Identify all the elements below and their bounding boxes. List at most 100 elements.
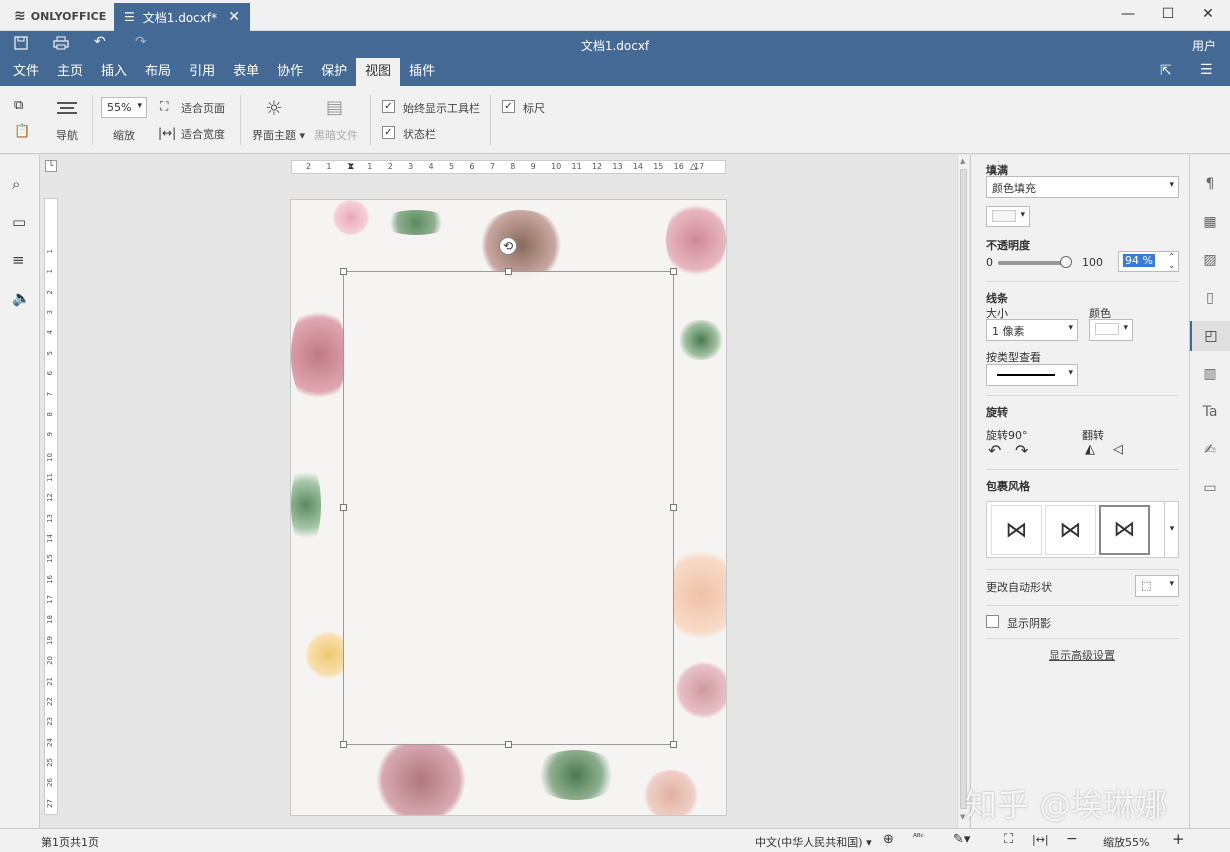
shape-settings-icon[interactable]: ◰ [1190,321,1230,351]
resize-handle[interactable] [340,504,347,511]
opacity-spinner[interactable]: 94 % ⌃ ⌄ [1118,251,1179,272]
language-select[interactable]: 中文(中华人民共和国) ▾ [755,834,872,850]
user-name[interactable]: 用户 [1192,37,1216,54]
fill-type-select[interactable]: 颜色填充 ▾ [986,176,1179,198]
fit-page-icon[interactable]: ⛶ [160,99,168,114]
maximize-icon[interactable]: ☐ [1158,6,1178,26]
resize-handle[interactable] [505,741,512,748]
rotate-left-icon[interactable]: ↶ [988,441,1001,460]
hamburger-menu-icon[interactable]: ☰ [1200,62,1213,78]
menu-collaboration[interactable]: 协作 [268,58,312,86]
menu-view[interactable]: 视图 [356,58,401,86]
header-footer-icon[interactable]: ▯ [1190,283,1230,313]
menu-home[interactable]: 主页 [48,58,92,86]
zoom-select[interactable]: 55% ▾ [101,97,147,118]
opacity-slider-thumb[interactable] [1059,256,1072,268]
spellcheck-icon[interactable]: ᴬᴮᶜ [913,833,924,843]
stroke-type-select[interactable]: ▾ [986,364,1078,386]
page-info[interactable]: 第1页共1页 [41,834,99,850]
horizontal-ruler[interactable]: 2 1 1 1 2 3 4 5 6 7 8 9 10 11 12 13 14 15 16 17 ⧗ △ [291,160,726,174]
status-bar: 第1页共1页 中文(中华人民共和国) ▾ ⊕ ᴬᴮᶜ ✎▾ ⛶ |↔| − 缩放… [0,828,1230,852]
image-settings-icon[interactable]: ▨ [1190,245,1230,275]
resize-handle[interactable] [340,268,347,275]
close-tab-icon[interactable]: ✕ [228,9,240,25]
chevron-down-icon: ▾ [1068,368,1073,378]
stroke-size-select[interactable]: 1 像素 ▾ [986,319,1078,341]
wrap-front-icon[interactable]: ⋈ [1099,505,1150,555]
fit-page-status-icon[interactable]: ⛶ [1004,832,1013,847]
search-icon[interactable]: ⌕ [12,175,20,193]
navigation-label[interactable]: 导航 [56,127,78,143]
feedback-icon[interactable]: 🔈 [12,289,31,307]
vertical-ruler[interactable]: 1 1 2 3 4 5 6 7 8 9 10 11 12 13 14 15 16 17 18 19 20 21 22 23 24… [44,198,58,815]
menu-forms[interactable]: 表单 [224,58,268,86]
navigation-icon[interactable] [57,100,77,117]
spinner-arrows-icon[interactable]: ⌃ ⌄ [1168,252,1175,270]
fit-width-button[interactable]: 适合宽度 [181,126,225,142]
resize-handle[interactable] [670,741,677,748]
headings-icon[interactable]: ≡ [12,251,25,269]
indent-marker-icon[interactable]: ⧗ [348,162,354,172]
ruler-checkbox[interactable]: ✓ [502,100,515,113]
title-bar: ≋ ONLYOFFICE ☰ 文档1.docxf* ✕ — ☐ ✕ [0,0,1230,31]
zoom-out-icon[interactable]: − [1066,831,1078,847]
rotate-right-icon[interactable]: ↷ [1015,441,1028,460]
minimize-icon[interactable]: — [1118,6,1138,26]
menu-plugins[interactable]: 插件 [400,58,444,86]
vertical-scrollbar[interactable]: ▲ ▼ [957,155,969,828]
form-settings-icon[interactable]: ▭ [1190,473,1230,503]
resize-handle[interactable] [670,268,677,275]
wrap-square-icon[interactable]: ⋈ [991,505,1042,555]
signature-settings-icon[interactable]: ✍ [1190,435,1230,465]
always-show-toolbar-checkbox[interactable]: ✓ [382,100,395,113]
ruler-tick-label: 7 [489,162,495,171]
document-tab[interactable]: ☰ 文档1.docxf* ✕ [114,3,250,31]
paste-icon[interactable]: 📋 [14,124,30,139]
fit-width-status-icon[interactable]: |↔| [1032,833,1049,846]
scroll-thumb[interactable] [960,169,967,809]
menu-layout[interactable]: 布局 [136,58,180,86]
close-window-icon[interactable]: ✕ [1198,6,1218,26]
textart-settings-icon[interactable]: Ta [1190,397,1230,427]
paragraph-settings-icon[interactable]: ¶ [1190,169,1230,199]
rotate-handle-icon[interactable]: ⟲ [499,237,517,255]
status-bar-label: 状态栏 [403,128,436,141]
chart-settings-icon[interactable]: ▥ [1190,359,1230,389]
wrap-gallery-chevron-icon[interactable]: ▾ [1164,502,1179,557]
ruler-tick-label: 3 [408,162,414,171]
opacity-max-label: 100 [1082,256,1103,269]
resize-handle[interactable] [340,741,347,748]
stroke-color-picker[interactable]: ▾ [1089,319,1133,341]
copy-icon[interactable]: ⧉ [14,98,23,113]
open-location-icon[interactable]: ⇱ [1160,63,1172,79]
opacity-value[interactable]: 94 % [1123,254,1155,267]
comments-icon[interactable]: ▭ [12,213,26,231]
right-indent-marker-icon[interactable]: △ [690,162,697,172]
scroll-up-icon[interactable]: ▲ [960,157,965,165]
sun-theme-icon[interactable]: ☼ [265,96,283,120]
resize-handle[interactable] [670,504,677,511]
show-shadow-checkbox[interactable] [986,615,999,628]
flip-vertical-icon[interactable]: ◁ [1113,442,1123,457]
theme-button[interactable]: 界面主题 ▾ [252,127,305,143]
flip-horizontal-icon[interactable]: ◭ [1085,442,1095,457]
menu-references[interactable]: 引用 [180,58,224,86]
change-shape-select[interactable]: ⬚ ▾ [1135,575,1179,597]
selected-rectangle-shape[interactable] [343,271,674,745]
track-changes-icon[interactable]: ✎▾ [953,832,970,847]
status-bar-checkbox[interactable]: ✓ [382,126,395,139]
wrap-behind-icon[interactable]: ⋈ [1045,505,1096,555]
menu-file[interactable]: 文件 [4,58,48,86]
fit-page-button[interactable]: 适合页面 [181,100,225,116]
fit-width-icon[interactable]: |↔| [158,126,176,140]
menu-protection[interactable]: 保护 [312,58,356,86]
app-header: ↶ ↷ 文档1.docxf 用户 [0,31,1230,58]
fill-color-picker[interactable]: ▾ [986,206,1030,227]
resize-handle[interactable] [505,268,512,275]
table-settings-icon[interactable]: ▦ [1190,207,1230,237]
globe-icon[interactable]: ⊕ [883,832,894,847]
zoom-in-icon[interactable]: + [1172,830,1185,848]
advanced-settings-link[interactable]: 显示高级设置 [1049,647,1115,663]
tab-stop-selector[interactable]: └ [45,160,57,172]
menu-insert[interactable]: 插入 [92,58,136,86]
